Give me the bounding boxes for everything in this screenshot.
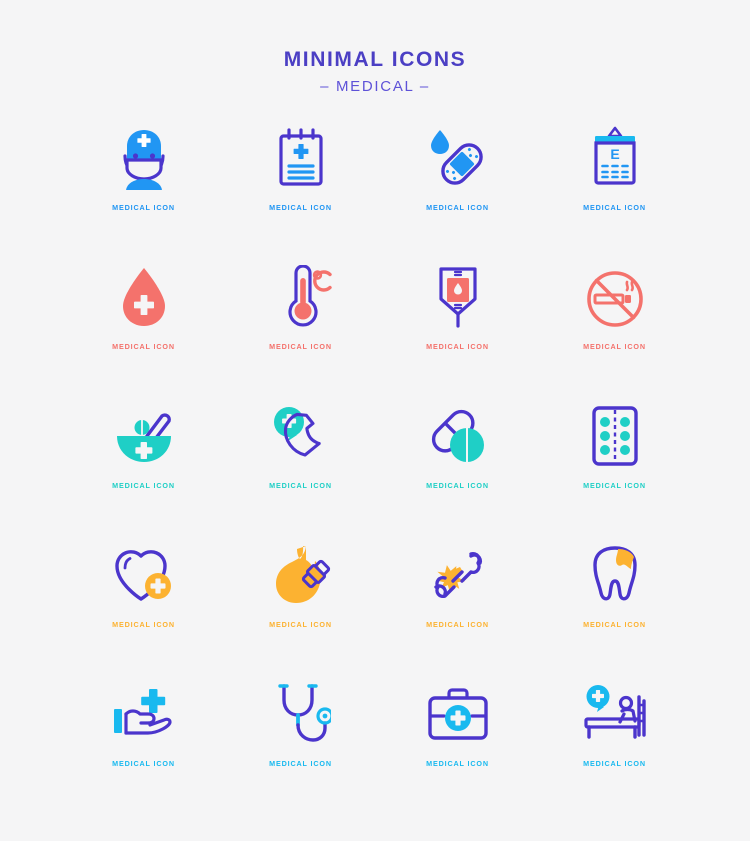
icon-cell-thermometer[interactable]: MEDICAL ICON xyxy=(222,260,379,399)
icon-cell-stethoscope[interactable]: MEDICAL ICON xyxy=(222,677,379,816)
stethoscope-icon[interactable] xyxy=(264,677,338,751)
tooth-cavity-icon[interactable] xyxy=(578,538,652,612)
icon-cell-eye-chart[interactable]: E MEDICAL ICON xyxy=(536,121,693,260)
icon-cell-stomach-bandage[interactable]: MEDICAL ICON xyxy=(222,538,379,677)
doctor-icon[interactable] xyxy=(107,121,181,195)
iv-blood-bag-icon[interactable] xyxy=(421,260,495,334)
icon-cell-iv-blood-bag[interactable]: MEDICAL ICON xyxy=(379,260,536,399)
mortar-pestle-icon[interactable] xyxy=(107,399,181,473)
icon-cell-capsule-pill[interactable]: MEDICAL ICON xyxy=(379,399,536,538)
emergency-call-icon[interactable] xyxy=(264,399,338,473)
icon-cell-broken-bone[interactable]: MEDICAL ICON xyxy=(379,538,536,677)
icon-cell-emergency-call[interactable]: MEDICAL ICON xyxy=(222,399,379,538)
icon-caption: MEDICAL ICON xyxy=(112,481,175,491)
no-smoking-icon[interactable] xyxy=(578,260,652,334)
icon-caption: MEDICAL ICON xyxy=(426,203,489,213)
heart-plus-icon[interactable] xyxy=(107,538,181,612)
icon-cell-no-smoking[interactable]: MEDICAL ICON xyxy=(536,260,693,399)
icon-caption: MEDICAL ICON xyxy=(269,342,332,352)
icon-cell-hand-cross-care[interactable]: MEDICAL ICON xyxy=(65,677,222,816)
eye-chart-letter: E xyxy=(610,146,619,162)
blood-drop-cross-icon[interactable] xyxy=(107,260,181,334)
stomach-bandage-icon[interactable] xyxy=(264,538,338,612)
page-header: MINIMAL ICONS – MEDICAL – xyxy=(0,0,750,95)
icon-caption: MEDICAL ICON xyxy=(112,342,175,352)
page-title: MINIMAL ICONS xyxy=(283,48,467,71)
icon-set-page: MINIMAL ICONS – MEDICAL – MEDICAL ICON M… xyxy=(0,0,750,841)
icon-cell-first-aid-kit[interactable]: MEDICAL ICON xyxy=(379,677,536,816)
icon-caption: MEDICAL ICON xyxy=(426,620,489,630)
icon-caption: MEDICAL ICON xyxy=(269,481,332,491)
hand-cross-care-icon[interactable] xyxy=(107,677,181,751)
icon-cell-mortar-pestle[interactable]: MEDICAL ICON xyxy=(65,399,222,538)
icon-cell-hospital-bed[interactable]: MEDICAL ICON xyxy=(536,677,693,816)
icon-caption: MEDICAL ICON xyxy=(269,620,332,630)
icon-caption: MEDICAL ICON xyxy=(426,342,489,352)
icon-caption: MEDICAL ICON xyxy=(583,342,646,352)
hospital-bed-icon[interactable] xyxy=(578,677,652,751)
icon-cell-bandage-drop[interactable]: MEDICAL ICON xyxy=(379,121,536,260)
icon-grid: MEDICAL ICON MEDICAL ICON MEDICAL ICON E… xyxy=(0,121,750,816)
icon-caption: MEDICAL ICON xyxy=(426,481,489,491)
icon-caption: MEDICAL ICON xyxy=(269,203,332,213)
icon-cell-tooth-cavity[interactable]: MEDICAL ICON xyxy=(536,538,693,677)
icon-caption: MEDICAL ICON xyxy=(269,759,332,769)
pill-blister-pack-icon[interactable] xyxy=(578,399,652,473)
medical-clipboard-icon[interactable] xyxy=(264,121,338,195)
icon-cell-heart-plus[interactable]: MEDICAL ICON xyxy=(65,538,222,677)
eye-chart-icon[interactable]: E xyxy=(578,121,652,195)
icon-cell-blood-drop-cross[interactable]: MEDICAL ICON xyxy=(65,260,222,399)
broken-bone-icon[interactable] xyxy=(421,538,495,612)
icon-caption: MEDICAL ICON xyxy=(112,620,175,630)
icon-caption: MEDICAL ICON xyxy=(112,759,175,769)
icon-caption: MEDICAL ICON xyxy=(583,203,646,213)
icon-caption: MEDICAL ICON xyxy=(583,759,646,769)
bandage-drop-icon[interactable] xyxy=(421,121,495,195)
icon-caption: MEDICAL ICON xyxy=(112,203,175,213)
capsule-pill-icon[interactable] xyxy=(421,399,495,473)
icon-caption: MEDICAL ICON xyxy=(426,759,489,769)
icon-caption: MEDICAL ICON xyxy=(583,481,646,491)
page-subtitle: – MEDICAL – xyxy=(320,78,430,96)
icon-cell-medical-clipboard[interactable]: MEDICAL ICON xyxy=(222,121,379,260)
thermometer-celsius-icon[interactable] xyxy=(264,260,338,334)
icon-caption: MEDICAL ICON xyxy=(583,620,646,630)
icon-cell-doctor[interactable]: MEDICAL ICON xyxy=(65,121,222,260)
icon-cell-pill-blister-pack[interactable]: MEDICAL ICON xyxy=(536,399,693,538)
first-aid-kit-icon[interactable] xyxy=(421,677,495,751)
